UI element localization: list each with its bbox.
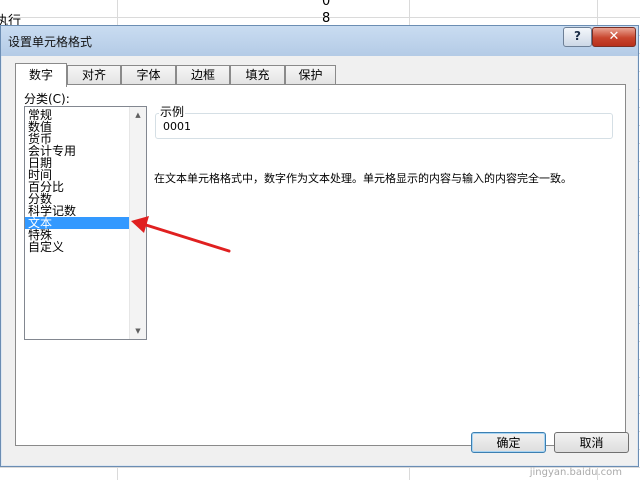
watermark: jingyan.baidu.com xyxy=(529,467,622,478)
tab-alignment[interactable]: 对齐 xyxy=(67,65,121,85)
category-item-custom[interactable]: 自定义 xyxy=(25,241,129,253)
sample-legend: 示例 xyxy=(159,103,186,120)
tab-fill[interactable]: 填充 xyxy=(230,65,285,85)
category-listbox[interactable]: 常规 数值 货币 会计专用 日期 时间 百分比 分数 科学记数 文本 特殊 自定… xyxy=(24,106,147,340)
tab-font[interactable]: 字体 xyxy=(121,65,176,85)
cell-value: 0 xyxy=(322,0,331,9)
scroll-up-icon[interactable]: ▲ xyxy=(130,107,146,123)
sample-box: 0001 xyxy=(155,113,613,139)
number-tab-panel: 分类(C): 常规 数值 货币 会计专用 日期 时间 百分比 分数 科学记数 文… xyxy=(15,84,626,446)
cancel-button[interactable]: 取消 xyxy=(554,432,629,453)
sample-group: 示例 0001 xyxy=(155,103,613,139)
category-label: 分类(C): xyxy=(24,92,70,106)
format-description: 在文本单元格格式中，数字作为文本处理。单元格显示的内容与输入的内容完全一致。 xyxy=(154,172,572,185)
sample-value: 0001 xyxy=(163,120,191,133)
tab-border[interactable]: 边框 xyxy=(176,65,230,85)
cell-value: 8 xyxy=(322,11,331,26)
tab-number[interactable]: 数字 xyxy=(15,63,67,87)
ok-button[interactable]: 确定 xyxy=(471,432,546,453)
dialog-title: 设置单元格格式 xyxy=(8,35,93,49)
help-button[interactable]: ? xyxy=(563,27,592,47)
dialog-title-bar[interactable]: 设置单元格格式 ? ✕ xyxy=(1,26,638,56)
category-scrollbar[interactable]: ▲ ▼ xyxy=(129,107,146,339)
close-button[interactable]: ✕ xyxy=(592,27,636,47)
scroll-down-icon[interactable]: ▼ xyxy=(130,323,146,339)
format-cells-dialog: 设置单元格格式 ? ✕ 数字 对齐 字体 边框 填充 保护 分类(C): 常规 … xyxy=(0,25,639,467)
tab-protection[interactable]: 保护 xyxy=(285,65,336,85)
